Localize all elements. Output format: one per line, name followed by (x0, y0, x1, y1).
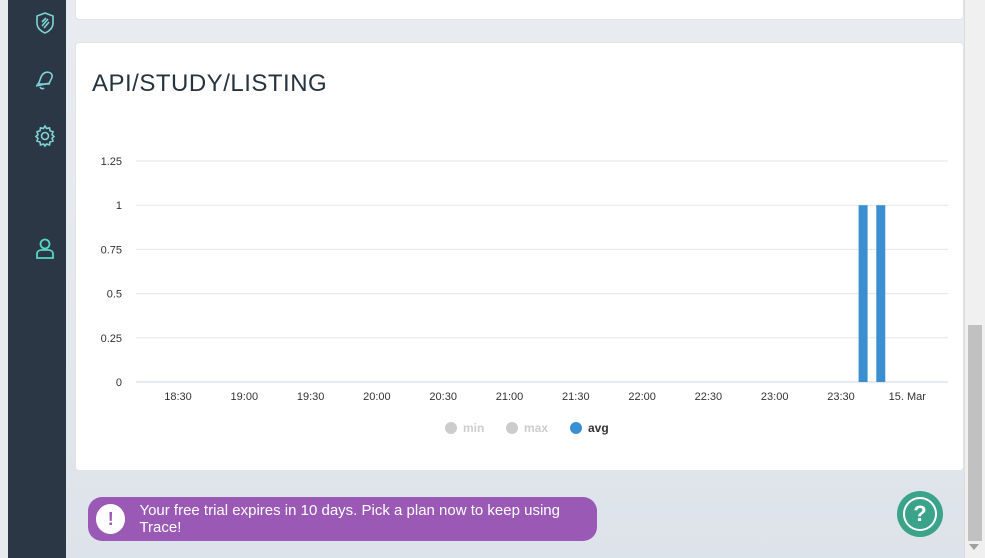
legend-marker-avg (570, 422, 582, 434)
sidebar (0, 0, 66, 558)
x-tick-label: 19:30 (297, 391, 325, 403)
y-tick-label: 0.75 (101, 244, 122, 256)
x-tick-label: 15. Mar (889, 391, 927, 403)
main-content: API/STUDY/LISTING 0 0.25 0.5 0.75 1 1.25 18:30… (66, 0, 964, 558)
legend-marker-max (506, 422, 518, 434)
bar-avg (876, 205, 886, 382)
y-tick-label: 0 (116, 377, 122, 389)
x-tick-label: 20:30 (429, 391, 457, 403)
scrollbar[interactable] (964, 0, 985, 558)
x-tick-label: 22:30 (695, 391, 723, 403)
gear-icon[interactable] (32, 123, 58, 149)
trial-banner-text: Your free trial expires in 10 days. Pick… (139, 502, 560, 536)
x-tick-label: 20:00 (363, 391, 391, 403)
y-tick-label: 0.5 (107, 289, 122, 301)
bar-avg (858, 205, 868, 382)
legend-label-avg: avg (588, 421, 609, 435)
legend-label-max: max (524, 421, 548, 435)
legend-label-min: min (463, 421, 484, 435)
y-tick-label: 0.25 (101, 333, 122, 345)
x-tick-label: 21:00 (496, 391, 524, 403)
x-tick-label: 21:30 (562, 391, 590, 403)
scroll-down-arrow[interactable] (969, 544, 979, 550)
legend-marker-min (445, 422, 457, 434)
y-tick-label: 1.25 (101, 156, 122, 168)
shield-icon[interactable] (32, 10, 58, 36)
x-tick-label: 22:00 (628, 391, 656, 403)
help-button[interactable]: ? (897, 491, 943, 537)
trial-banner[interactable]: ! Your free trial expires in 10 days. Pi… (88, 497, 597, 541)
y-tick-label: 1 (116, 200, 122, 212)
x-tick-label: 23:30 (827, 391, 855, 403)
chart: 0 0.25 0.5 0.75 1 1.25 18:30 19:00 19:30 20:00 20:… (101, 156, 948, 435)
bell-icon[interactable] (32, 67, 58, 93)
x-tick-label: 18:30 (164, 391, 192, 403)
x-tick-label: 23:00 (761, 391, 789, 403)
scrollbar-thumb[interactable] (968, 325, 982, 541)
previous-card (75, 0, 964, 20)
question-icon: ? (903, 497, 937, 531)
endpoint-chart-card: API/STUDY/LISTING 0 0.25 0.5 0.75 1 1.25 18:30… (75, 42, 964, 471)
alert-icon: ! (96, 504, 126, 534)
x-tick-label: 19:00 (231, 391, 259, 403)
user-icon[interactable] (32, 235, 58, 261)
